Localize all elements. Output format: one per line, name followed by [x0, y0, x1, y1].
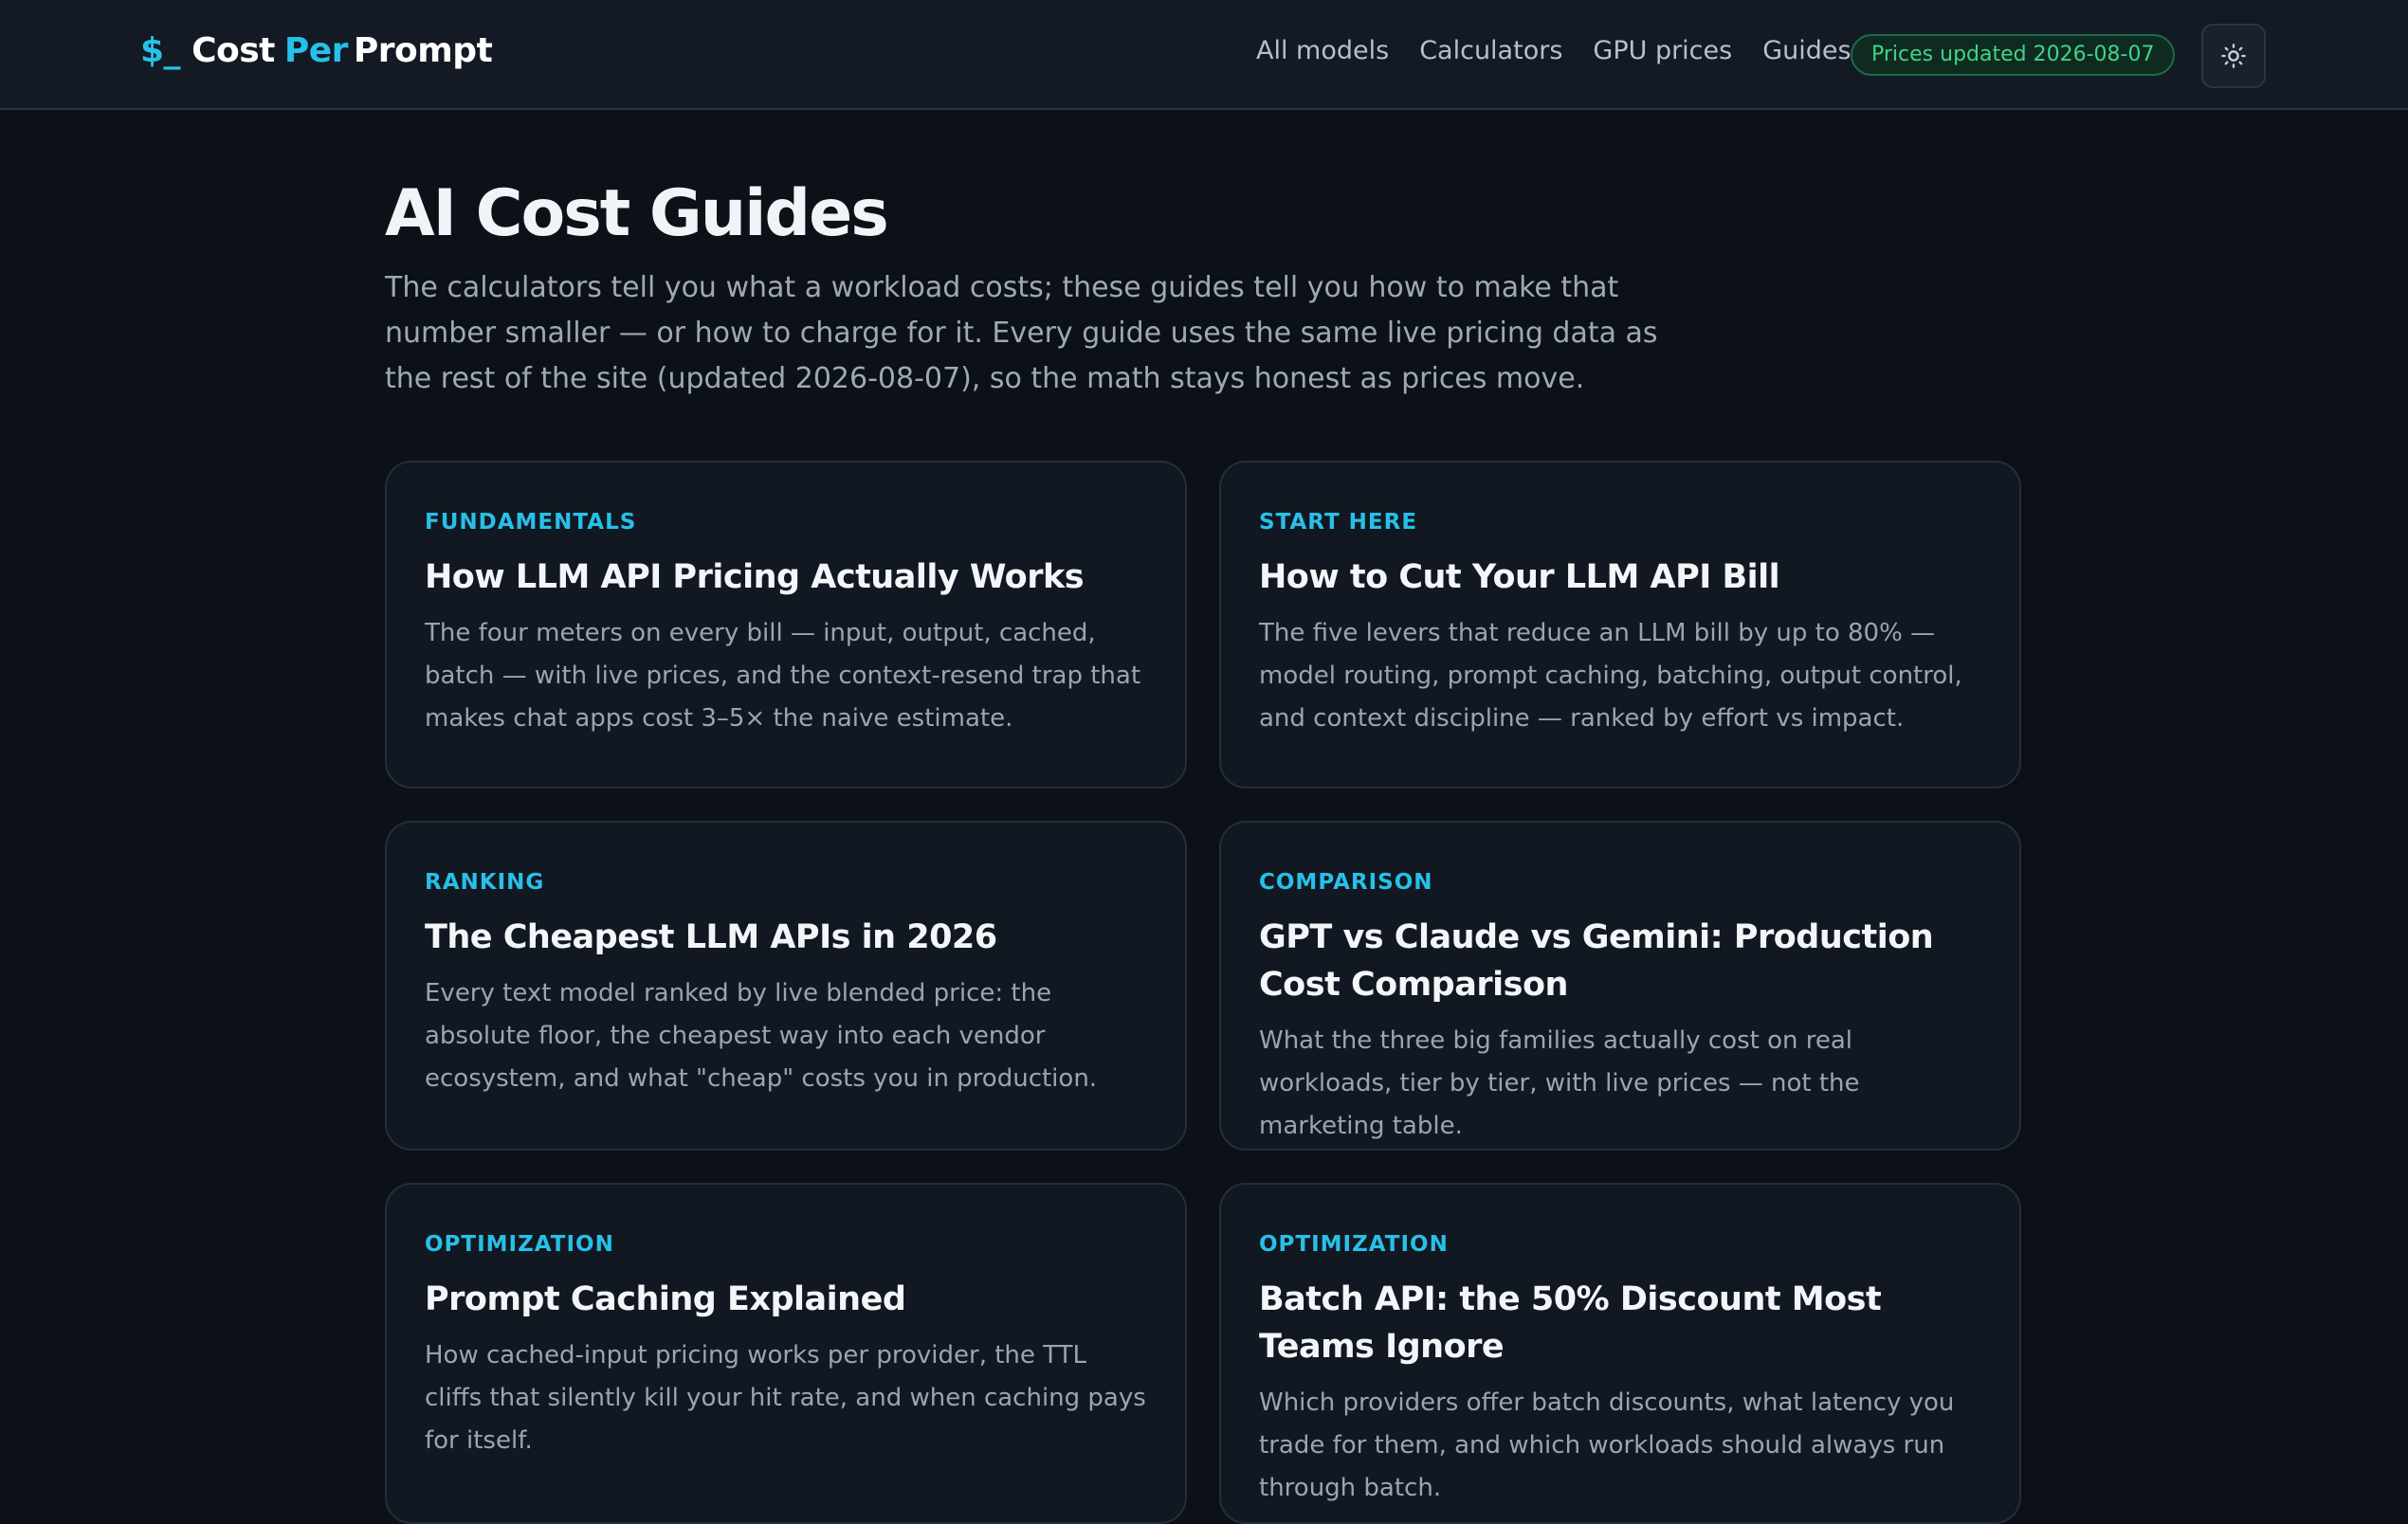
- nav-guides[interactable]: Guides: [1762, 36, 1851, 65]
- guide-category: FUNDAMENTALS: [425, 510, 637, 535]
- guide-category: OPTIMIZATION: [1259, 1232, 1449, 1257]
- page-title: AI Cost Guides: [385, 176, 889, 251]
- guide-summary: Every text model ranked by live blended …: [425, 979, 1098, 1093]
- guide-title: Batch API: the 50% Discount Most Teams I…: [1259, 1280, 1882, 1366]
- main-nav: All models Calculators GPU prices Guides: [1256, 36, 1882, 65]
- guide-summary: The five levers that reduce an LLM bill …: [1259, 619, 1962, 733]
- guide-category: RANKING: [425, 870, 545, 895]
- theme-toggle-button[interactable]: [2201, 24, 2266, 88]
- prices-updated-badge: Prices updated 2026-08-07: [1851, 34, 2176, 76]
- guide-title: Prompt Caching Explained: [425, 1280, 906, 1318]
- brand-word-per: Per: [283, 31, 349, 70]
- terminal-prompt-icon: $_: [140, 31, 181, 70]
- guide-title: How to Cut Your LLM API Bill: [1259, 558, 1780, 596]
- guide-card[interactable]: FUNDAMENTALS How LLM API Pricing Actuall…: [385, 461, 1187, 789]
- nav-calculators[interactable]: Calculators: [1419, 36, 1562, 65]
- guide-title: The Cheapest LLM APIs in 2026: [425, 918, 997, 956]
- top-navbar: $_ Cost Per Prompt All models Calculators G…: [0, 0, 2408, 110]
- guide-summary: How cached-input pricing works per provi…: [425, 1341, 1146, 1455]
- brand-word-cost: Cost: [192, 31, 275, 70]
- nav-all-models[interactable]: All models: [1256, 36, 1389, 65]
- sun-icon: [2221, 44, 2246, 68]
- guide-summary: The four meters on every bill — input, o…: [425, 619, 1141, 733]
- guide-category: COMPARISON: [1259, 870, 1433, 895]
- guide-card[interactable]: OPTIMIZATION Prompt Caching Explained Ho…: [385, 1183, 1187, 1524]
- guide-card[interactable]: COMPARISON GPT vs Claude vs Gemini: Prod…: [1219, 821, 2021, 1151]
- page-intro: AI Cost Guides The calculators tell you …: [385, 176, 2025, 402]
- guide-card[interactable]: OPTIMIZATION Batch API: the 50% Discount…: [1219, 1183, 2021, 1524]
- guide-category: OPTIMIZATION: [425, 1232, 614, 1257]
- guide-card[interactable]: START HERE How to Cut Your LLM API Bill …: [1219, 461, 2021, 789]
- guide-title: How LLM API Pricing Actually Works: [425, 558, 1085, 596]
- guide-title: GPT vs Claude vs Gemini: Production Cost…: [1259, 918, 1934, 1004]
- brand-word-prompt: Prompt: [353, 31, 493, 70]
- nav-gpu-prices[interactable]: GPU prices: [1593, 36, 1732, 65]
- page-intro-text: The calculators tell you what a workload…: [385, 271, 1658, 395]
- guides-grid: FUNDAMENTALS How LLM API Pricing Actuall…: [385, 461, 2021, 1524]
- guide-summary: Which providers offer batch discounts, w…: [1259, 1388, 1955, 1502]
- guide-card[interactable]: RANKING The Cheapest LLM APIs in 2026 Ev…: [385, 821, 1187, 1151]
- guide-summary: What the three big families actually cos…: [1259, 1026, 1860, 1140]
- site-logo[interactable]: $_ Cost Per Prompt: [140, 31, 493, 70]
- guide-category: START HERE: [1259, 510, 1418, 535]
